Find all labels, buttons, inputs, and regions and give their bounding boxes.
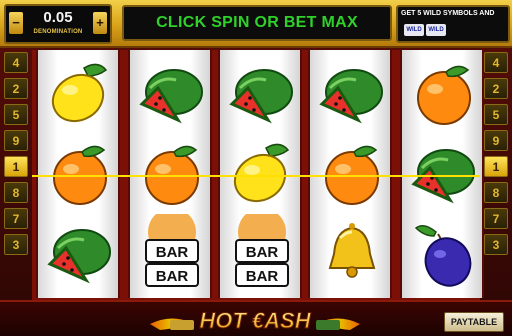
orange-symbol-icon	[312, 134, 392, 214]
payline-indicator-8[interactable]: 8	[484, 182, 508, 203]
svg-text:BAR: BAR	[156, 244, 189, 261]
denomination-label: DENOMINATION	[33, 29, 83, 35]
denomination-increase-button[interactable]: +	[93, 12, 107, 34]
reel-4	[308, 50, 392, 298]
payline-indicator-2[interactable]: 2	[4, 78, 28, 99]
reel-5	[400, 50, 484, 298]
promo-panel: GET 5 WILD SYMBOLS AND WILD WILD	[396, 5, 510, 43]
lemon-symbol-icon	[222, 134, 302, 214]
payline-indicator-7[interactable]: 7	[4, 208, 28, 229]
payline-indicator-4[interactable]: 4	[4, 52, 28, 73]
payline-indicator-8[interactable]: 8	[4, 182, 28, 203]
payline-indicator-4[interactable]: 4	[484, 52, 508, 73]
lemon-symbol-icon	[40, 54, 120, 134]
payline-indicator-2[interactable]: 2	[484, 78, 508, 99]
paytable-button[interactable]: PAYTABLE	[444, 312, 504, 332]
watermelon-symbol-icon	[404, 134, 484, 214]
promo-text: GET 5 WILD SYMBOLS AND	[401, 10, 495, 17]
wild-badge-icon: WILD	[426, 24, 446, 36]
plum-symbol-icon	[404, 214, 484, 294]
payline-indicator-1[interactable]: 1	[4, 156, 28, 177]
bar-symbol-icon: BAR BAR	[132, 208, 212, 294]
slot-game: − 0.05 DENOMINATION + CLICK SPIN OR BET …	[0, 0, 512, 336]
payline-indicator-3[interactable]: 3	[4, 234, 28, 255]
reel-1	[36, 50, 120, 298]
payline-indicators-right: 4 2 5 9 1 8 7 3	[484, 52, 508, 260]
orange-symbol-icon	[40, 134, 120, 214]
svg-text:BAR: BAR	[156, 268, 189, 285]
watermelon-symbol-icon	[312, 54, 392, 134]
watermelon-symbol-icon	[40, 214, 120, 294]
watermelon-symbol-icon	[132, 54, 212, 134]
orange-symbol-icon	[132, 134, 212, 214]
denomination-value: 0.05	[43, 9, 73, 26]
wild-badge-icon: WILD	[404, 24, 424, 36]
reel-3: BAR BAR	[218, 50, 302, 298]
watermelon-symbol-icon	[222, 54, 302, 134]
payline-indicator-1[interactable]: 1	[484, 156, 508, 177]
payline-indicator-5[interactable]: 5	[4, 104, 28, 125]
payline-indicator-9[interactable]: 9	[484, 130, 508, 151]
payline-indicator-5[interactable]: 5	[484, 104, 508, 125]
orange-symbol-icon	[404, 54, 484, 134]
active-payline	[32, 175, 480, 177]
payline-indicator-7[interactable]: 7	[484, 208, 508, 229]
message-display: CLICK SPIN OR BET MAX	[122, 5, 392, 41]
payline-indicators-left: 4 2 5 9 1 8 7 3	[4, 52, 28, 260]
svg-text:BAR: BAR	[246, 244, 279, 261]
bar-symbol-icon: BAR BAR	[222, 208, 302, 294]
hot-cash-logo: HOT €ASH	[150, 308, 360, 334]
bell-symbol-icon	[312, 214, 392, 294]
denomination-decrease-button[interactable]: −	[9, 12, 23, 34]
logo-text: HOT €ASH	[199, 308, 311, 333]
reel-2: BAR BAR	[128, 50, 212, 298]
svg-text:BAR: BAR	[246, 268, 279, 285]
denomination-panel: − 0.05 DENOMINATION +	[4, 4, 112, 44]
payline-indicator-9[interactable]: 9	[4, 130, 28, 151]
payline-indicator-3[interactable]: 3	[484, 234, 508, 255]
top-bar: − 0.05 DENOMINATION + CLICK SPIN OR BET …	[0, 0, 512, 48]
